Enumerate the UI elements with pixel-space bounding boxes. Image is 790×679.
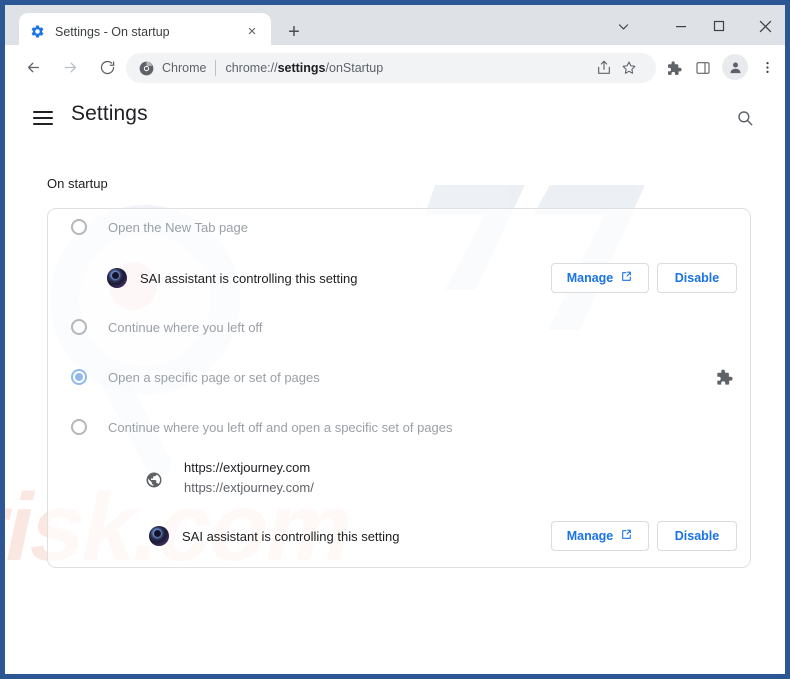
startup-url-secondary: https://extjourney.com/ [184, 480, 314, 495]
radio-row-continue-and-specific[interactable]: Continue where you left off and open a s… [48, 409, 752, 445]
radio-label: Open the New Tab page [108, 219, 248, 235]
hamburger-bar [33, 117, 53, 119]
address-bar[interactable]: Chrome chrome://settings/onStartup [126, 53, 656, 83]
hamburger-menu-icon[interactable] [33, 104, 61, 132]
globe-icon [144, 470, 164, 490]
browser-toolbar: Chrome chrome://settings/onStartup [5, 45, 785, 90]
startup-page-entry[interactable]: https://extjourney.com https://extjourne… [48, 457, 752, 503]
on-startup-card: Open the New Tab page SAI assistant is c… [47, 208, 751, 568]
reload-icon[interactable] [92, 52, 122, 82]
controlled-notice-new-tab: SAI assistant is controlling this settin… [48, 258, 752, 298]
url-suffix: /onStartup [325, 61, 384, 75]
radio-row-specific-pages[interactable]: Open a specific page or set of pages [48, 359, 752, 395]
section-title: On startup [47, 176, 108, 191]
star-icon[interactable] [618, 57, 640, 79]
forward-arrow-icon[interactable] [55, 52, 85, 82]
radio-label: Continue where you left off [108, 319, 263, 335]
url-prefix: chrome:// [225, 61, 278, 75]
chevron-down-icon[interactable] [605, 11, 641, 41]
disable-button[interactable]: Disable [657, 263, 737, 293]
manage-button[interactable]: Manage [551, 263, 649, 293]
search-icon[interactable] [731, 104, 759, 132]
radio-row-open-new-tab[interactable]: Open the New Tab page [48, 209, 752, 245]
manage-button[interactable]: Manage [551, 521, 649, 551]
new-tab-button[interactable]: + [280, 18, 308, 46]
puzzle-piece-icon[interactable] [712, 366, 734, 388]
external-link-icon [620, 270, 633, 286]
share-icon[interactable] [593, 57, 615, 79]
sai-assistant-icon [107, 268, 127, 288]
omnibox-scheme-label: Chrome [162, 61, 207, 75]
controlled-notice-text: SAI assistant is controlling this settin… [182, 528, 400, 544]
manage-button-label: Manage [566, 529, 614, 543]
settings-header: Settings [5, 90, 785, 148]
controlled-notice-startup-pages: SAI assistant is controlling this settin… [48, 516, 752, 556]
window-close-icon[interactable] [747, 11, 783, 41]
disable-button[interactable]: Disable [657, 521, 737, 551]
radio-indicator[interactable] [71, 319, 87, 335]
manage-button-label: Manage [566, 271, 614, 285]
startup-url-primary: https://extjourney.com [184, 460, 311, 475]
url-bold-segment: settings [277, 61, 326, 75]
settings-page: risk.com Settings On startup Open [5, 90, 785, 674]
controlled-notice-text: SAI assistant is controlling this settin… [140, 270, 358, 286]
side-panel-icon[interactable] [692, 57, 714, 79]
three-dot-menu-icon[interactable] [755, 55, 779, 79]
minimize-icon[interactable] [663, 11, 699, 41]
sai-assistant-icon [149, 526, 169, 546]
hamburger-bar [33, 123, 53, 125]
maximize-icon[interactable] [701, 11, 737, 41]
disable-button-label: Disable [674, 529, 720, 543]
radio-indicator[interactable] [71, 219, 87, 235]
back-arrow-icon[interactable] [18, 52, 48, 82]
tab-title: Settings - On startup [55, 24, 170, 39]
radio-indicator[interactable] [71, 419, 87, 435]
omnibox-divider [215, 60, 217, 76]
browser-window: Settings - On startup × + Chrome chrome:… [0, 0, 790, 679]
disable-button-label: Disable [674, 271, 720, 285]
page-title: Settings [71, 102, 148, 125]
omnibox-url-text: chrome://settings/onStartup [225, 61, 383, 75]
chrome-logo-icon [138, 60, 154, 76]
avatar-icon[interactable] [722, 54, 748, 80]
hamburger-bar [33, 111, 53, 113]
radio-label: Open a specific page or set of pages [108, 369, 320, 385]
radio-label: Continue where you left off and open a s… [108, 419, 453, 435]
radio-indicator-selected[interactable] [71, 369, 87, 385]
radio-row-continue-left-off[interactable]: Continue where you left off [48, 309, 752, 345]
external-link-icon [620, 528, 633, 544]
settings-gear-icon [29, 24, 45, 40]
close-icon[interactable]: × [243, 23, 261, 41]
puzzle-piece-icon[interactable] [661, 56, 685, 80]
tab-strip: Settings - On startup × + [5, 0, 785, 50]
